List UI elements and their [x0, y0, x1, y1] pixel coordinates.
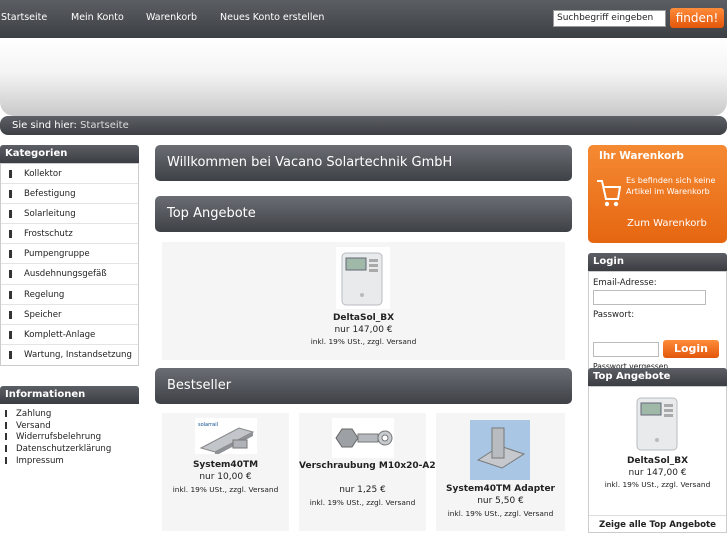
breadcrumb-link-startseite[interactable]: Startseite [80, 120, 129, 131]
info-link[interactable]: Versand [0, 420, 139, 432]
breadcrumb: Sie sind hier: Startseite [0, 116, 727, 135]
top-offers-heading: Top Angebote [155, 196, 572, 232]
product-price: nur 147,00 € [334, 325, 393, 335]
info-link[interactable]: Widerrufsbelehrung [0, 431, 139, 443]
categories-box: Kategorien Kollektor Befestigung Solarle… [0, 145, 139, 366]
shopping-cart-icon [597, 180, 621, 207]
login-button[interactable]: Login [663, 340, 719, 358]
bestseller-card: System40TM Adapter nur 5,50 € inkl. 19% … [436, 413, 565, 531]
breadcrumb-prefix: Sie sind hier: [12, 120, 77, 131]
product-name[interactable]: DeltaSol_BX [589, 456, 726, 466]
category-item[interactable]: Ausdehnungsgefäß [1, 264, 138, 285]
cart-title: Ihr Warenkorb [599, 150, 684, 162]
product-tax-note: inkl. 19% USt., zzgl. Versand [447, 509, 554, 518]
top-nav-bar: Startseite Mein Konto Warenkorb Neues Ko… [0, 0, 727, 38]
product-name[interactable]: System40TM [162, 460, 289, 470]
category-item[interactable]: Pumpengruppe [1, 244, 138, 265]
search-button[interactable]: finden! [670, 8, 724, 28]
information-list: Zahlung Versand Widerrufsbelehrung Daten… [0, 404, 139, 467]
category-item[interactable]: Solarleitung [1, 204, 138, 225]
category-item[interactable]: Kollektor [1, 164, 138, 185]
categories-title: Kategorien [0, 145, 139, 163]
nav-startseite[interactable]: Startseite [1, 12, 47, 23]
product-name[interactable]: DeltaSol_BX [162, 313, 565, 323]
category-item[interactable]: Wartung, Instandsetzung [1, 345, 138, 365]
password-field[interactable] [593, 342, 659, 357]
category-item[interactable]: Regelung [1, 285, 138, 305]
svg-text:solarrail: solarrail [198, 422, 218, 428]
product-name[interactable]: System40TM Adapter [436, 484, 565, 494]
information-title: Informationen [0, 386, 139, 404]
email-field[interactable] [593, 290, 706, 305]
header-banner [0, 38, 727, 116]
profile-rail-product-image[interactable]: solarrail [195, 418, 257, 454]
product-price: nur 10,00 € [199, 472, 252, 482]
cart-empty-text: Es befinden sich keine Artikel im Warenk… [626, 176, 716, 196]
product-tax-note: inkl. 19% USt., zzgl. Versand [309, 498, 416, 507]
top-offer-panel: DeltaSol_BX nur 147,00 € inkl. 19% USt.,… [162, 242, 565, 360]
info-link[interactable]: Datenschutzerklärung [0, 443, 139, 455]
product-price: nur 147,00 € [628, 468, 687, 478]
product-tax-note: inkl. 19% USt., zzgl. Versand [172, 485, 279, 494]
bestseller-card: Verschraubung M10x20-A2 nur 1,25 € inkl.… [299, 413, 436, 531]
information-box: Informationen Zahlung Versand Widerrufsb… [0, 386, 139, 467]
show-all-top-offers-link[interactable]: Zeige alle Top Angebote [589, 515, 726, 530]
sidebar-top-offers-title: Top Angebote [588, 368, 727, 386]
login-box: Login Email-Adresse: Passwort: Login Pas… [588, 253, 727, 376]
sidebar-top-offers: Top Angebote DeltaSol_BX nur 147,00 € in… [588, 368, 727, 533]
product-tax-note: inkl. 19% USt., zzgl. Versand [310, 337, 417, 346]
controller-product-image[interactable] [336, 247, 390, 309]
category-item[interactable]: Befestigung [1, 184, 138, 205]
screw-product-image[interactable] [332, 418, 394, 458]
nav-neues-konto[interactable]: Neues Konto erstellen [220, 12, 324, 23]
nav-mein-konto[interactable]: Mein Konto [71, 12, 124, 23]
controller-product-image[interactable] [631, 392, 685, 454]
info-link[interactable]: Impressum [0, 455, 139, 467]
bestseller-heading: Bestseller [155, 368, 572, 404]
product-price: nur 1,25 € [339, 485, 386, 495]
info-link[interactable]: Zahlung [0, 408, 139, 420]
welcome-heading: Willkommen bei Vacano Solartechnik GmbH [155, 145, 572, 181]
cart-box: Ihr Warenkorb Es befinden sich keine Art… [588, 145, 727, 243]
adapter-product-image[interactable] [470, 420, 530, 480]
category-item[interactable]: Frostschutz [1, 224, 138, 245]
email-label: Email-Adresse: [593, 278, 657, 288]
password-label: Passwort: [593, 310, 635, 320]
product-tax-note: inkl. 19% USt., zzgl. Versand [604, 480, 711, 489]
product-price: nur 5,50 € [477, 496, 524, 506]
search-input[interactable]: Suchbegriff eingeben [553, 10, 666, 27]
nav-warenkorb[interactable]: Warenkorb [146, 12, 197, 23]
product-name[interactable]: Verschraubung M10x20-A2 [299, 461, 436, 473]
category-item[interactable]: Komplett-Anlage [1, 325, 138, 345]
bestseller-card: solarrail System40TM nur 10,00 € inkl. 1… [162, 413, 289, 531]
categories-list: Kollektor Befestigung Solarleitung Frost… [0, 163, 139, 366]
category-item[interactable]: Speicher [1, 305, 138, 325]
cart-link[interactable]: Zum Warenkorb [627, 218, 707, 229]
login-title: Login [588, 253, 727, 271]
